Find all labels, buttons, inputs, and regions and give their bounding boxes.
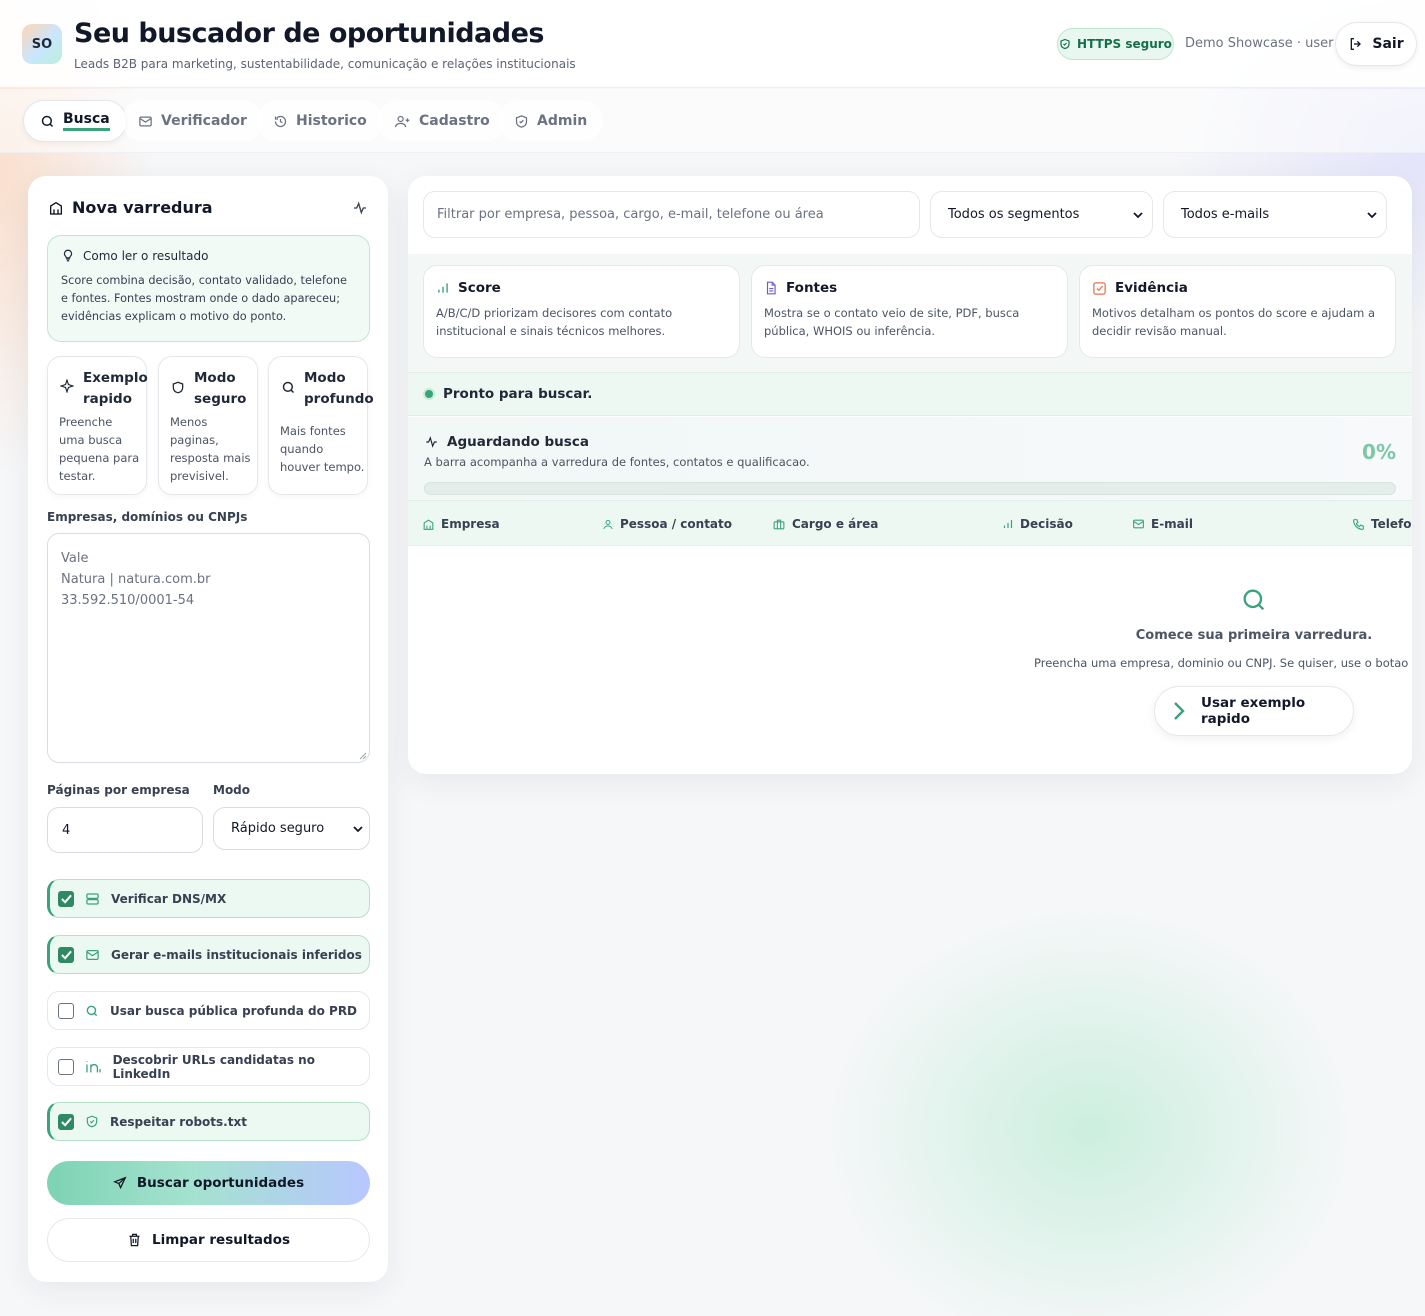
search-icon — [40, 114, 55, 129]
chevron-right-icon — [1173, 701, 1185, 721]
column-email[interactable]: E-mail — [1132, 501, 1193, 547]
option-inferred-emails[interactable]: Gerar e-mails institucionais inferidos — [47, 935, 370, 974]
column-decisao[interactable]: Decisão — [1002, 501, 1073, 547]
activity-icon — [352, 200, 368, 216]
tab-verificador[interactable]: Verificador — [122, 100, 263, 142]
status-dot — [423, 388, 435, 400]
server-icon — [85, 892, 100, 906]
check-square-icon — [1092, 281, 1107, 296]
bar-chart-icon — [436, 281, 450, 295]
bar-chart-icon — [1002, 518, 1014, 530]
option-linkedin[interactable]: Descobrir URLs candidatas no LinkedIn — [47, 1047, 370, 1086]
file-icon — [764, 280, 778, 296]
shield-check-icon — [85, 1114, 99, 1129]
email-select[interactable]: Todos e-mails — [1163, 191, 1387, 238]
status-bar: Pronto para buscar. — [408, 372, 1412, 416]
results-panel: Filtrar por empresa, pessoa, cargo, e-ma… — [408, 176, 1412, 774]
column-telefone[interactable]: Telefon — [1352, 501, 1412, 547]
main-nav: Busca Verificador Historico Cadastro Adm… — [0, 89, 1425, 153]
building-icon — [422, 518, 435, 531]
segment-select[interactable]: Todos os segmentos — [930, 191, 1153, 238]
app-logo: SO — [22, 24, 62, 64]
user-icon — [602, 518, 614, 531]
use-example-button[interactable]: Usar exemplo rapido — [1154, 686, 1354, 736]
search-button[interactable]: Buscar oportunidades — [47, 1161, 370, 1205]
logout-icon — [1348, 36, 1364, 52]
progress-bar — [424, 482, 1396, 495]
logout-button[interactable]: Sair — [1335, 22, 1417, 66]
legend-strip: Score A/B/C/D priorizam decisores com co… — [408, 254, 1412, 372]
user-plus-icon — [394, 114, 411, 129]
legend-evidencia: Evidência Motivos detalham os pontos do … — [1079, 265, 1396, 358]
phone-icon — [1352, 518, 1365, 531]
mode-select[interactable]: Rápido seguro — [213, 807, 370, 850]
shield-check-icon — [514, 114, 529, 129]
checkbox-unchecked[interactable] — [58, 1002, 74, 1019]
new-scan-panel: Nova varredura Como ler o resultado Scor… — [28, 176, 388, 1282]
briefcase-icon — [772, 518, 786, 531]
clear-results-button[interactable]: Limpar resultados — [47, 1218, 370, 1262]
column-cargo[interactable]: Cargo e área — [772, 501, 878, 547]
https-badge: HTTPS seguro — [1057, 28, 1174, 60]
mode-card-exemplo[interactable]: Exemplo rapido Preenche uma busca pequen… — [47, 356, 148, 495]
mail-icon — [1132, 518, 1145, 530]
progress-percent: 0% — [1362, 440, 1396, 464]
building-icon — [48, 200, 64, 216]
column-empresa[interactable]: Empresa — [422, 501, 500, 547]
sparkle-icon — [60, 379, 74, 393]
tab-historico[interactable]: Historico — [257, 100, 383, 142]
chevron-down-icon — [1133, 211, 1143, 219]
filter-input[interactable]: Filtrar por empresa, pessoa, cargo, e-ma… — [423, 191, 920, 238]
top-bar: SO Seu buscador de oportunidades Leads B… — [0, 0, 1425, 88]
tab-admin[interactable]: Admin — [498, 100, 604, 142]
trash-icon — [127, 1232, 142, 1248]
option-dns-mx[interactable]: Verificar DNS/MX — [47, 879, 370, 918]
checkbox-checked[interactable] — [58, 890, 74, 907]
tab-cadastro[interactable]: Cadastro — [378, 100, 506, 142]
send-icon — [112, 1176, 127, 1190]
checkbox-checked[interactable] — [58, 1113, 74, 1130]
mail-icon — [138, 114, 153, 129]
pages-label: Páginas por empresa — [47, 783, 190, 797]
legend-fontes: Fontes Mostra se o contato veio de site,… — [751, 265, 1068, 358]
how-to-read-box: Como ler o resultado Score combina decis… — [47, 235, 370, 342]
shield-icon — [171, 380, 185, 395]
tab-busca[interactable]: Busca — [23, 100, 127, 142]
chevron-down-icon — [353, 825, 363, 833]
mode-label: Modo — [213, 783, 251, 797]
empty-state-description: Preencha uma empresa, dominio ou CNPJ. S… — [1034, 656, 1412, 670]
checkbox-checked[interactable] — [58, 946, 74, 963]
checkbox-unchecked[interactable] — [58, 1058, 74, 1075]
page-title: Seu buscador de oportunidades — [74, 18, 544, 49]
mail-icon — [85, 948, 100, 962]
option-robots[interactable]: Respeitar robots.txt — [47, 1102, 370, 1141]
panel-header: Nova varredura — [48, 198, 213, 217]
companies-label: Empresas, domínios ou CNPJs — [47, 510, 248, 524]
option-deep-search[interactable]: Usar busca pública profunda do PRD — [47, 991, 370, 1030]
activity-icon — [424, 435, 439, 449]
user-info: Demo Showcase · user — [1185, 36, 1334, 51]
linkedin-icon — [85, 1059, 102, 1074]
history-icon — [273, 114, 288, 129]
search-icon — [85, 1004, 99, 1018]
legend-score: Score A/B/C/D priorizam decisores com co… — [423, 265, 740, 358]
pages-input[interactable]: 4 — [47, 807, 203, 853]
mode-card-profundo[interactable]: Modo profundo Mais fontes quando houver … — [268, 356, 374, 495]
empty-state-title: Comece sua primeira varredura. — [1135, 628, 1373, 643]
mode-card-seguro[interactable]: Modo seguro Menos paginas, resposta mais… — [158, 356, 258, 495]
search-icon — [281, 380, 296, 395]
results-table-header: Empresa Pessoa / contato Cargo e área De… — [408, 500, 1412, 546]
progress-section: Aguardando busca A barra acompanha a var… — [408, 417, 1412, 500]
shield-check-icon — [1059, 38, 1071, 50]
chevron-down-icon — [1367, 211, 1377, 219]
lightbulb-icon — [61, 248, 75, 263]
column-pessoa[interactable]: Pessoa / contato — [602, 501, 732, 547]
companies-textarea[interactable]: Vale Natura | natura.com.br 33.592.510/0… — [47, 533, 370, 763]
search-icon — [1240, 586, 1268, 614]
page-subtitle: Leads B2B para marketing, sustentabilida… — [74, 57, 576, 71]
panel-title: Nova varredura — [72, 198, 213, 217]
